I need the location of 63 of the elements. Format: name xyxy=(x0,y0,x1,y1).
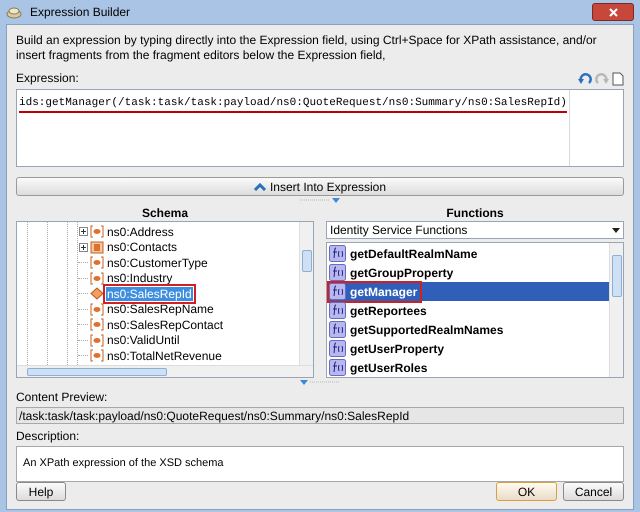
expand-icon[interactable] xyxy=(79,242,88,252)
function-item[interactable]: getDefaultRealmName xyxy=(327,244,609,263)
close-icon xyxy=(608,8,618,16)
element-icon xyxy=(90,349,104,362)
insert-into-expression-button[interactable]: Insert Into Expression xyxy=(16,177,624,196)
tree-item[interactable]: ns0:SalesRepContact xyxy=(106,318,224,332)
function-icon xyxy=(329,321,346,338)
element-icon xyxy=(90,302,104,316)
complex-element-icon xyxy=(90,240,104,254)
document-icon[interactable] xyxy=(612,72,624,86)
tree-item[interactable]: ns0:Address xyxy=(106,224,175,239)
function-item[interactable]: getUserProperty xyxy=(327,339,609,358)
dropdown-caret-icon xyxy=(612,228,620,232)
schema-tree[interactable]: ns0:Address ns0:Contacts ns0:CustomerType ns0:Industry ns0:SalesRepId ns0:SalesRepName ns0:SalesRepContact ns0:ValidUntil ns0:TotalNetRevenue xyxy=(16,221,314,378)
tree-item[interactable]: ns0:ValidUntil xyxy=(106,333,180,348)
function-item[interactable]: getGroupProperty xyxy=(327,263,609,282)
up-caret-icon xyxy=(254,182,266,190)
tree-item[interactable]: ns0:CustomerType xyxy=(106,256,209,270)
element-icon xyxy=(90,256,104,270)
scrollbar-thumb[interactable] xyxy=(302,250,312,272)
cancel-button[interactable]: Cancel xyxy=(563,482,624,501)
expression-field[interactable]: ids:getManager(/task:task/task:payload/ns0:QuoteRequest/ns0:Summary/ns0:SalesRepId) xyxy=(16,89,624,167)
element-icon xyxy=(90,225,104,238)
expression-text: ids:getManager(/task:task/task:payload/ns0:QuoteRequest/ns0:Summary/ns0:SalesRepId) xyxy=(19,97,567,113)
description-field[interactable]: An XPath expression of the XSD schema xyxy=(16,446,624,482)
functions-heading: Functions xyxy=(445,205,505,221)
splitter-handle-icon[interactable] xyxy=(300,380,340,384)
function-icon xyxy=(329,359,346,376)
function-item[interactable]: getManager xyxy=(327,282,609,301)
tree-item[interactable]: ns0:Industry xyxy=(106,271,174,286)
category-dropdown[interactable]: Identity Service Functions xyxy=(326,221,624,239)
tree-item[interactable]: ns0:SalesRepName xyxy=(106,302,215,316)
element-icon xyxy=(90,334,104,347)
close-button[interactable] xyxy=(592,3,634,21)
function-icon xyxy=(329,340,346,357)
splitter-handle-icon[interactable] xyxy=(300,198,340,202)
tree-item[interactable]: ns0:Contacts xyxy=(106,240,178,254)
help-button[interactable]: Help xyxy=(16,482,66,501)
element-icon xyxy=(90,272,104,285)
intro-text: Build an expression by typing directly into the Expression field, using Ctrl+Space for XPath assistance, and/or insert fragments from the fragment editors below the Expression field, xyxy=(16,33,598,63)
content-preview-label: Content Preview: xyxy=(16,389,108,406)
expression-label: Expression: xyxy=(16,70,79,87)
function-icon xyxy=(329,245,346,262)
content-preview-field[interactable]: /task:task/task:payload/ns0:QuoteRequest/ns0:Summary/ns0:SalesRepId xyxy=(16,407,624,424)
functions-list[interactable]: getDefaultRealmName getGroupProperty getManager getReportees getSupportedRealmNames getUserProperty getUserRoles xyxy=(326,242,624,378)
description-label: Description: xyxy=(16,428,80,445)
expand-icon[interactable] xyxy=(79,227,88,236)
window-title: Expression Builder xyxy=(30,4,130,21)
function-item[interactable]: getUserRoles xyxy=(327,358,609,377)
scrollbar-thumb[interactable] xyxy=(27,368,167,376)
undo-icon[interactable] xyxy=(578,72,592,86)
scrollbar-thumb[interactable] xyxy=(612,255,622,297)
ok-button[interactable]: OK xyxy=(496,482,557,501)
element-icon xyxy=(90,287,104,300)
function-icon xyxy=(329,283,346,300)
function-icon xyxy=(329,264,346,281)
element-icon xyxy=(90,318,104,332)
function-item[interactable]: getSupportedRealmNames xyxy=(327,320,609,339)
function-item[interactable]: getReportees xyxy=(327,301,609,320)
tree-item[interactable]: ns0:TotalNetRevenue xyxy=(106,348,223,363)
schema-heading: Schema xyxy=(140,205,190,221)
app-icon xyxy=(6,5,22,19)
function-icon xyxy=(329,302,346,319)
